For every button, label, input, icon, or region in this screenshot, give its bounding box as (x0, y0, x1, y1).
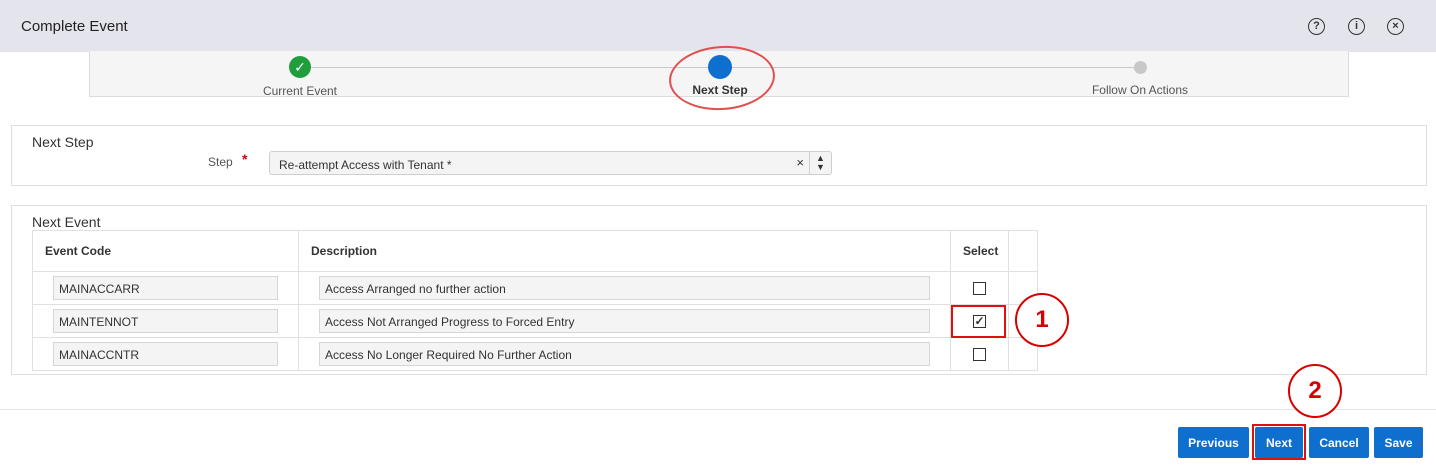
step-select-value: Re-attempt Access with Tenant * (279, 158, 452, 172)
spinner-arrows-icon[interactable]: ▲ ▼ (809, 152, 831, 174)
dialog-header: Complete Event ? i × (0, 0, 1436, 52)
step-select[interactable]: Re-attempt Access with Tenant * × ▲ ▼ (269, 151, 832, 175)
info-icon[interactable]: i (1348, 18, 1365, 35)
train-stop-follow-on-actions[interactable]: Follow On Actions (1040, 51, 1240, 97)
table-row[interactable]: MAINTENNOT Access Not Arranged Progress … (32, 304, 1038, 338)
footer-divider (0, 409, 1436, 410)
table-row[interactable]: MAINACCARR Access Arranged no further ac… (32, 271, 1038, 305)
description-field: Access Not Arranged Progress to Forced E… (319, 309, 930, 333)
annotation-badge-2: 2 (1288, 364, 1342, 418)
column-header-select[interactable]: Select (950, 230, 1009, 272)
train-stop-label: Follow On Actions (1091, 83, 1189, 97)
select-checkbox[interactable] (973, 347, 986, 361)
description-field: Access Arranged no further action (319, 276, 930, 300)
table-header-row: Event Code Description Select (32, 230, 1038, 272)
event-table: Event Code Description Select MAINACCARR… (32, 230, 1038, 371)
train-stop-current-event[interactable]: ✓ Current Event (200, 51, 400, 98)
train-stop-label: Current Event (262, 84, 338, 98)
dialog-title: Complete Event (21, 18, 128, 35)
previous-button[interactable]: Previous (1178, 427, 1249, 458)
description-field: Access No Longer Required No Further Act… (319, 342, 930, 366)
column-header-spacer (1008, 230, 1038, 272)
step-label: Step (208, 155, 233, 169)
checkmark-icon: ✓ (289, 56, 311, 78)
annotation-badge-1: 1 (1015, 293, 1069, 347)
event-code-field: MAINACCNTR (53, 342, 278, 366)
select-checkbox[interactable] (973, 281, 986, 295)
column-header-event-code[interactable]: Event Code (32, 230, 299, 272)
next-step-title: Next Step (32, 134, 94, 150)
table-row[interactable]: MAINACCNTR Access No Longer Required No … (32, 337, 1038, 371)
event-code-field: MAINACCARR (53, 276, 278, 300)
annotation-highlight-next (1252, 424, 1306, 460)
annotation-highlight-checkbox (951, 305, 1006, 338)
chevron-down-icon[interactable]: ▼ (810, 163, 831, 172)
column-header-description[interactable]: Description (298, 230, 951, 272)
close-icon[interactable]: × (1387, 18, 1404, 35)
cancel-button[interactable]: Cancel (1309, 427, 1369, 458)
clear-icon[interactable]: × (796, 155, 804, 170)
save-button[interactable]: Save (1374, 427, 1423, 458)
next-event-title: Next Event (32, 214, 101, 230)
future-step-dot-icon (1133, 61, 1147, 74)
help-icon[interactable]: ? (1308, 18, 1325, 35)
event-code-field: MAINTENNOT (53, 309, 278, 333)
required-marker: * (242, 151, 248, 167)
